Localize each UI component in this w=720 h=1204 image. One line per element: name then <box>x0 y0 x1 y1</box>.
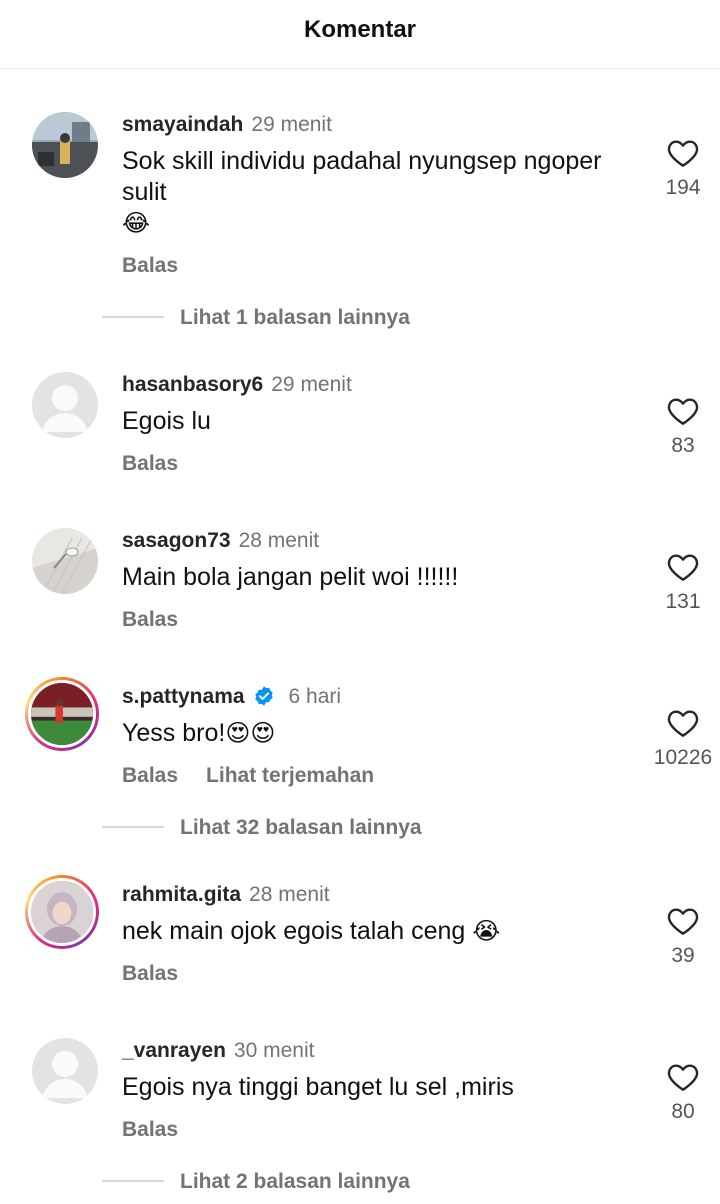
replies-divider <box>102 826 164 828</box>
comment-text: nek main ojok egois talah ceng 😭 <box>122 916 642 947</box>
reply-button[interactable]: Balas <box>122 452 178 475</box>
comment-text: Egois lu <box>122 407 211 435</box>
like-control: 194 <box>640 138 720 200</box>
comment-time: 30 menit <box>233 1039 315 1062</box>
reply-button[interactable]: Balas <box>122 962 178 985</box>
comment-actions: Balas <box>122 1118 178 1142</box>
comment-meta: sasagon73 28 menit <box>122 528 319 554</box>
comment-actions: Balas <box>122 254 178 278</box>
avatar-photo-icon <box>32 112 98 178</box>
comment-meta: rahmita.gita 28 menit <box>122 882 330 908</box>
like-control: 39 <box>640 906 720 968</box>
like-count: 131 <box>665 590 701 613</box>
comment-time: 28 menit <box>238 529 320 552</box>
view-more-replies-label: Lihat 2 balasan lainnya <box>180 1170 410 1193</box>
view-more-replies-label: Lihat 1 balasan lainnya <box>180 306 410 329</box>
comment-time: 29 menit <box>251 113 332 136</box>
view-more-replies[interactable]: Lihat 2 balasan lainnya <box>102 1170 410 1194</box>
default-avatar-icon <box>32 372 98 438</box>
comment-actions: Balas <box>122 962 178 986</box>
comment-text-body: Sok skill individu padahal nyungsep ngop… <box>122 147 602 206</box>
avatar[interactable] <box>32 1038 98 1104</box>
comment-emoji: 😭 <box>472 917 501 945</box>
view-more-replies[interactable]: Lihat 1 balasan lainnya <box>102 306 410 330</box>
heart-icon[interactable] <box>667 396 699 426</box>
like-control: 10226 <box>640 708 720 770</box>
like-count: 83 <box>671 434 695 457</box>
replies-divider <box>102 1180 164 1182</box>
comment-meta: smayaindah 29 menit <box>122 112 332 138</box>
avatar-story-ring[interactable] <box>25 875 99 949</box>
comment-text: Yess bro!😍😍 <box>122 718 642 749</box>
username[interactable]: hasanbasory6 <box>122 373 263 396</box>
reply-button[interactable]: Balas <box>122 608 178 631</box>
username[interactable]: smayaindah <box>122 113 243 136</box>
comment-text-body: Yess bro! <box>122 719 226 747</box>
comment-text-body: nek main ojok egois talah ceng <box>122 917 466 945</box>
username[interactable]: rahmita.gita <box>122 883 241 906</box>
heart-icon[interactable] <box>667 1062 699 1092</box>
avatar[interactable] <box>32 112 98 178</box>
heart-icon[interactable] <box>667 906 699 936</box>
heart-icon[interactable] <box>667 552 699 582</box>
like-count: 10226 <box>653 746 713 769</box>
verified-badge-icon <box>254 686 273 706</box>
comment-text: Egois nya tinggi banget lu sel ,miris <box>122 1073 514 1101</box>
comment-text: Main bola jangan pelit woi !!!!!! <box>122 563 459 591</box>
comment-emoji: 😍😍 <box>225 719 276 747</box>
comment-meta: s.pattynama 6 hari <box>122 684 341 710</box>
comment-actions: Balas Lihat terjemahan <box>122 764 374 788</box>
like-count: 39 <box>671 944 695 967</box>
reply-button[interactable]: Balas <box>122 1118 178 1141</box>
view-more-replies[interactable]: Lihat 32 balasan lainnya <box>102 816 422 840</box>
like-control: 80 <box>640 1062 720 1124</box>
avatar-photo-icon <box>31 683 93 745</box>
comment-actions: Balas <box>122 452 178 476</box>
comment-actions: Balas <box>122 608 178 632</box>
avatar[interactable] <box>32 528 98 594</box>
username[interactable]: _vanrayen <box>122 1039 226 1062</box>
comment-emoji: 😂 <box>122 209 151 237</box>
header: Komentar <box>0 0 720 69</box>
like-control: 131 <box>640 552 720 614</box>
avatar-photo-icon <box>31 881 93 943</box>
like-control: 83 <box>640 396 720 458</box>
heart-icon[interactable] <box>667 708 699 738</box>
comment-time: 6 hari <box>288 685 342 708</box>
reply-button[interactable]: Balas <box>122 764 178 787</box>
like-count: 80 <box>671 1100 695 1123</box>
username[interactable]: sasagon73 <box>122 529 231 552</box>
comment-time: 29 menit <box>271 373 352 396</box>
replies-divider <box>102 316 164 318</box>
comment-meta: hasanbasory6 29 menit <box>122 372 352 398</box>
comment-text: Sok skill individu padahal nyungsep ngop… <box>122 146 642 239</box>
avatar-photo-icon <box>32 528 98 594</box>
avatar-story-ring[interactable] <box>25 677 99 751</box>
page-title: Komentar <box>303 16 417 43</box>
view-more-replies-label: Lihat 32 balasan lainnya <box>180 816 422 839</box>
reply-button[interactable]: Balas <box>122 254 178 277</box>
translate-button[interactable]: Lihat terjemahan <box>206 764 374 787</box>
default-avatar-icon <box>32 1038 98 1104</box>
comment-time: 28 menit <box>249 883 330 906</box>
username[interactable]: s.pattynama <box>122 685 245 708</box>
like-count: 194 <box>665 176 701 199</box>
avatar[interactable] <box>32 372 98 438</box>
heart-icon[interactable] <box>667 138 699 168</box>
comment-meta: _vanrayen 30 menit <box>122 1038 314 1064</box>
